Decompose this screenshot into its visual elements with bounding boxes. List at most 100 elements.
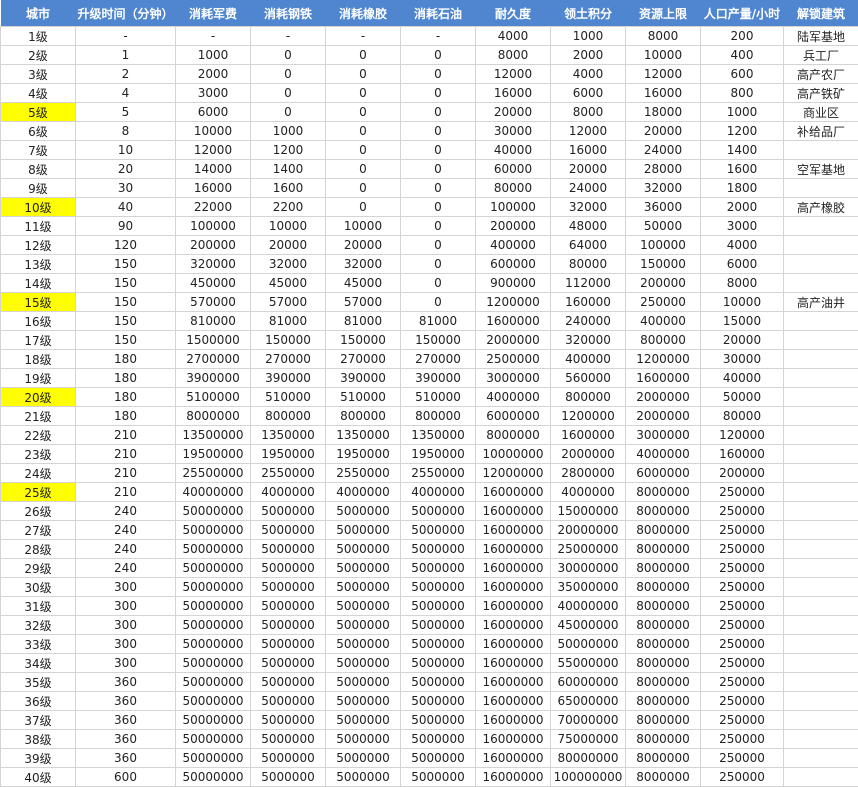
cell-durability: 600000 — [476, 255, 551, 274]
cell-cost-funds: 50000000 — [176, 749, 251, 768]
cell-durability: 4000000 — [476, 388, 551, 407]
cell-cost-funds: 320000 — [176, 255, 251, 274]
cell-city-level: 20级 — [1, 388, 76, 407]
cell-cost-funds: 50000000 — [176, 692, 251, 711]
cell-upgrade-time: 300 — [76, 616, 176, 635]
cell-population-per-hour: 40000 — [701, 369, 784, 388]
cell-city-level: 18级 — [1, 350, 76, 369]
cell-cost-rubber: 150000 — [326, 331, 401, 350]
cell-city-level: 40级 — [1, 768, 76, 787]
cell-resource-cap: 24000 — [626, 141, 701, 160]
cell-upgrade-time: 360 — [76, 711, 176, 730]
cell-cost-oil: 4000000 — [401, 483, 476, 502]
table-row: 35级3605000000050000005000000500000016000… — [1, 673, 858, 692]
cell-population-per-hour: 200000 — [701, 464, 784, 483]
cell-cost-oil: 390000 — [401, 369, 476, 388]
cell-unlock-building: 高产橡胶 — [784, 198, 858, 217]
table-row: 9级30160001600008000024000320001800 — [1, 179, 858, 198]
cell-cost-funds: 8000000 — [176, 407, 251, 426]
cell-cost-oil: 0 — [401, 46, 476, 65]
cell-upgrade-time: 360 — [76, 692, 176, 711]
cell-upgrade-time: 8 — [76, 122, 176, 141]
cell-population-per-hour: 250000 — [701, 692, 784, 711]
cell-population-per-hour: 50000 — [701, 388, 784, 407]
cell-territory-points: 60000000 — [551, 673, 626, 692]
table-row: 22级2101350000013500001350000135000080000… — [1, 426, 858, 445]
cell-cost-steel: 5000000 — [251, 502, 326, 521]
cell-cost-oil: 0 — [401, 217, 476, 236]
cell-cost-oil: 5000000 — [401, 692, 476, 711]
cell-territory-points: 4000 — [551, 65, 626, 84]
cell-territory-points: 15000000 — [551, 502, 626, 521]
cell-cost-rubber: 0 — [326, 84, 401, 103]
cell-cost-funds: 25500000 — [176, 464, 251, 483]
cell-population-per-hour: 30000 — [701, 350, 784, 369]
table-row: 7级10120001200004000016000240001400 — [1, 141, 858, 160]
cell-city-level: 22级 — [1, 426, 76, 445]
cell-durability: 60000 — [476, 160, 551, 179]
column-header-city-level: 城市 — [1, 0, 76, 27]
cell-cost-funds: 12000 — [176, 141, 251, 160]
cell-city-level: 13级 — [1, 255, 76, 274]
table-row: 5级56000000200008000180001000商业区 — [1, 103, 858, 122]
cell-resource-cap: 3000000 — [626, 426, 701, 445]
cell-cost-oil: 510000 — [401, 388, 476, 407]
cell-territory-points: 30000000 — [551, 559, 626, 578]
cell-resource-cap: 100000 — [626, 236, 701, 255]
table-body: 1级-----400010008000200陆军基地2级110000008000… — [1, 27, 858, 787]
cell-cost-oil: 1350000 — [401, 426, 476, 445]
cell-cost-rubber: 0 — [326, 141, 401, 160]
cell-city-level: 8级 — [1, 160, 76, 179]
cell-cost-steel: 2550000 — [251, 464, 326, 483]
cell-territory-points: 80000000 — [551, 749, 626, 768]
cell-durability: 16000000 — [476, 692, 551, 711]
cell-resource-cap: 150000 — [626, 255, 701, 274]
cell-cost-rubber: 32000 — [326, 255, 401, 274]
cell-cost-funds: 10000 — [176, 122, 251, 141]
cell-territory-points: 45000000 — [551, 616, 626, 635]
cell-cost-funds: 50000000 — [176, 559, 251, 578]
cell-cost-steel: 5000000 — [251, 635, 326, 654]
cell-population-per-hour: 250000 — [701, 521, 784, 540]
cell-population-per-hour: 4000 — [701, 236, 784, 255]
cell-unlock-building — [784, 616, 858, 635]
cell-durability: 16000000 — [476, 673, 551, 692]
cell-upgrade-time: 210 — [76, 483, 176, 502]
cell-durability: 12000000 — [476, 464, 551, 483]
cell-cost-steel: 45000 — [251, 274, 326, 293]
cell-cost-oil: - — [401, 27, 476, 46]
cell-cost-steel: 5000000 — [251, 540, 326, 559]
cell-resource-cap: 8000000 — [626, 730, 701, 749]
cell-population-per-hour: 250000 — [701, 711, 784, 730]
cell-resource-cap: 8000000 — [626, 616, 701, 635]
cell-durability: 16000000 — [476, 616, 551, 635]
cell-territory-points: 16000 — [551, 141, 626, 160]
cell-resource-cap: 200000 — [626, 274, 701, 293]
cell-city-level: 15级 — [1, 293, 76, 312]
cell-durability: 1200000 — [476, 293, 551, 312]
cell-cost-funds: 40000000 — [176, 483, 251, 502]
cell-cost-oil: 2550000 — [401, 464, 476, 483]
cell-cost-rubber: 5000000 — [326, 502, 401, 521]
cell-territory-points: 8000 — [551, 103, 626, 122]
cell-cost-rubber: 800000 — [326, 407, 401, 426]
table-row: 25级2104000000040000004000000400000016000… — [1, 483, 858, 502]
cell-cost-steel: 5000000 — [251, 692, 326, 711]
cell-cost-funds: 13500000 — [176, 426, 251, 445]
cell-cost-rubber: 0 — [326, 65, 401, 84]
cell-city-level: 36级 — [1, 692, 76, 711]
cell-unlock-building — [784, 768, 858, 787]
cell-upgrade-time: 120 — [76, 236, 176, 255]
cell-durability: 100000 — [476, 198, 551, 217]
table-row: 28级2405000000050000005000000500000016000… — [1, 540, 858, 559]
cell-upgrade-time: 300 — [76, 635, 176, 654]
cell-upgrade-time: 150 — [76, 312, 176, 331]
cell-durability: 16000000 — [476, 654, 551, 673]
cell-unlock-building — [784, 179, 858, 198]
cell-population-per-hour: 8000 — [701, 274, 784, 293]
cell-cost-oil: 5000000 — [401, 635, 476, 654]
table-row: 32级3005000000050000005000000500000016000… — [1, 616, 858, 635]
cell-upgrade-time: 150 — [76, 331, 176, 350]
cell-cost-steel: 5000000 — [251, 768, 326, 787]
cell-city-level: 24级 — [1, 464, 76, 483]
